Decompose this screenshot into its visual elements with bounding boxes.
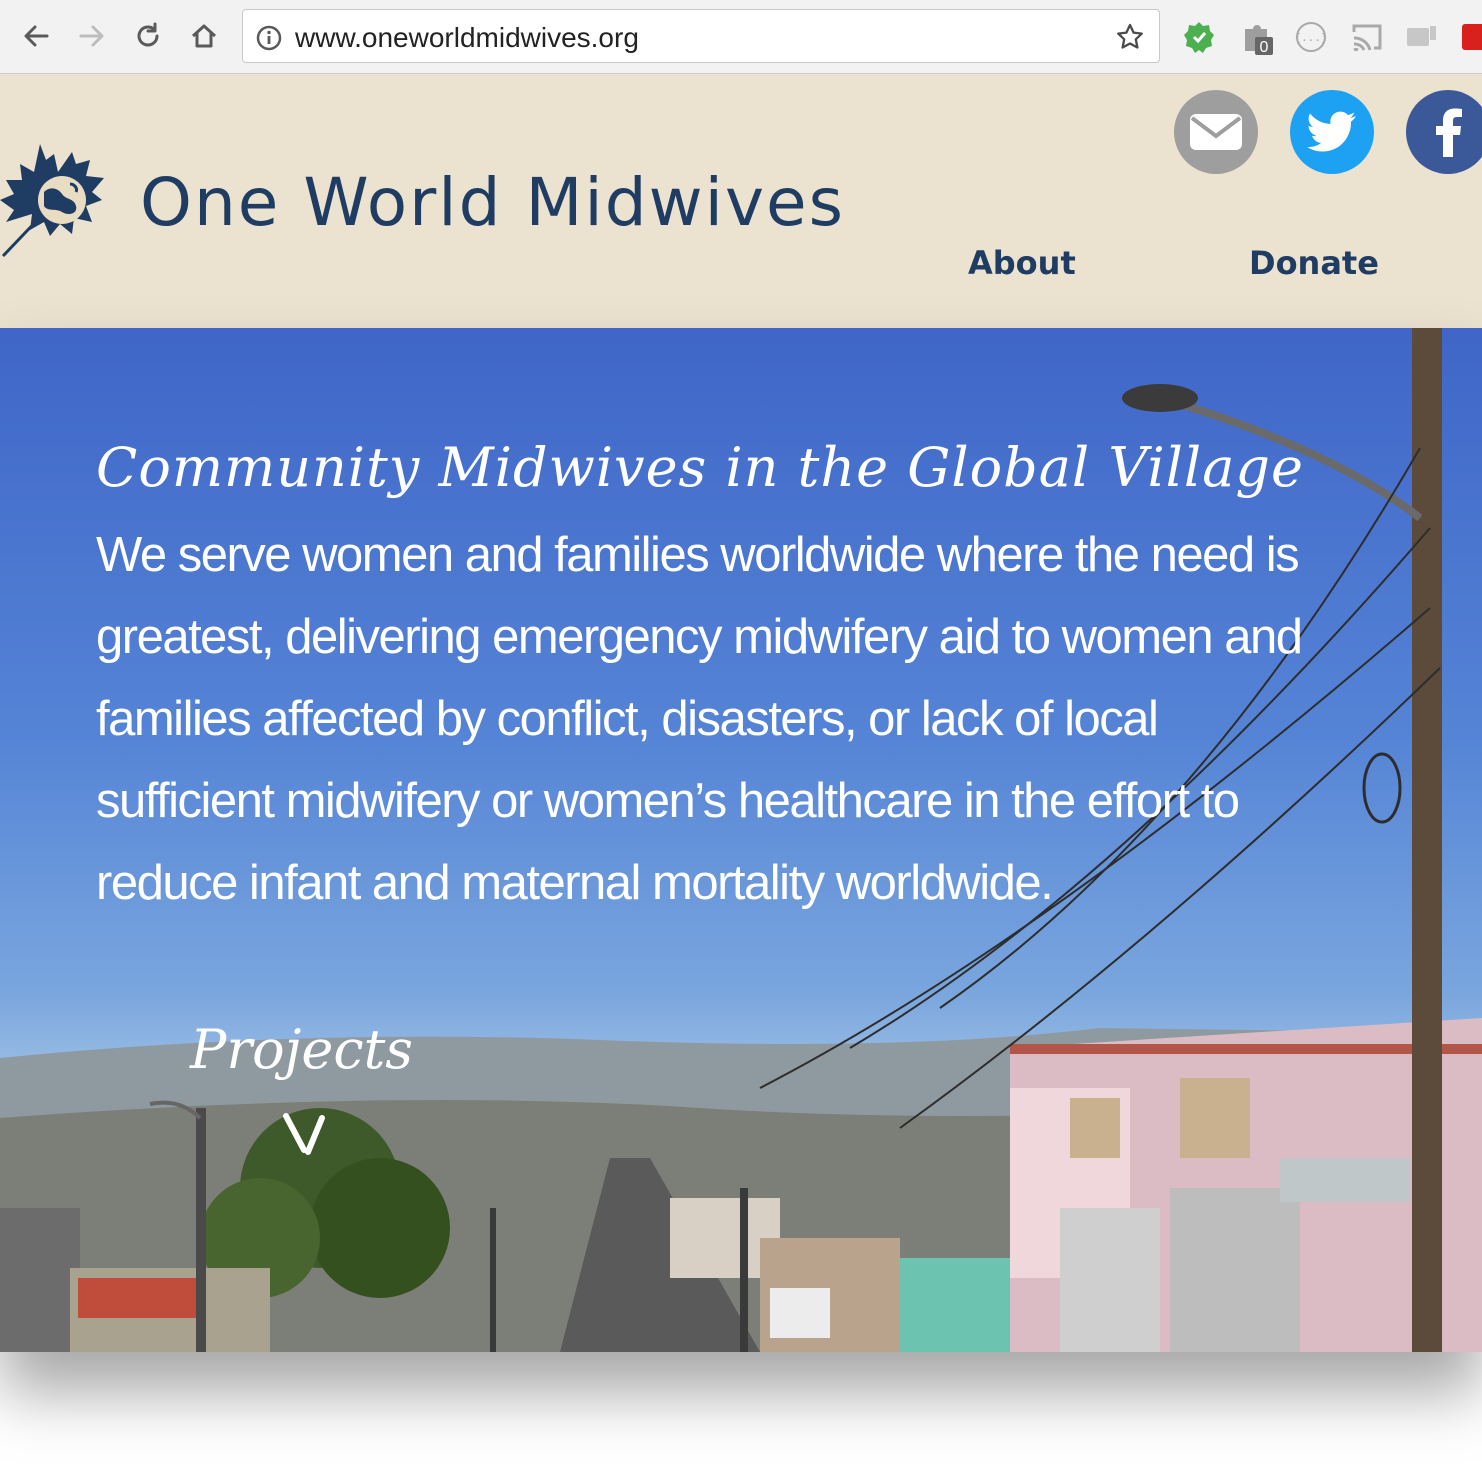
facebook-social-button[interactable] (1406, 90, 1482, 174)
extension-evernote-icon[interactable] (1180, 18, 1218, 56)
svg-text:{...}: {...} (1294, 31, 1327, 44)
reload-button[interactable] (128, 16, 168, 56)
back-button[interactable] (16, 16, 56, 56)
reload-icon (137, 22, 159, 47)
home-button[interactable] (184, 16, 224, 56)
site-logo[interactable] (0, 140, 124, 265)
site-info-icon[interactable] (255, 24, 283, 57)
email-social-button[interactable] (1174, 90, 1258, 174)
chevron-down-icon (283, 1113, 325, 1155)
maple-leaf-globe-icon (0, 144, 104, 258)
extension-red-icon[interactable] (1456, 18, 1482, 56)
extension-screenshot-icon[interactable] (1402, 18, 1440, 56)
envelope-icon (1190, 114, 1242, 150)
site-header: One World Midwives About Donate (0, 74, 1482, 328)
nav-about-link[interactable]: About (968, 244, 1076, 282)
home-icon (191, 24, 217, 48)
bookmark-star-icon[interactable] (1115, 22, 1145, 57)
nav-donate-link[interactable]: Donate (1249, 244, 1379, 282)
forward-button[interactable] (72, 16, 112, 56)
extension-json-icon[interactable]: {...} (1292, 18, 1330, 56)
url-text[interactable]: www.oneworldmidwives.org (295, 22, 639, 54)
projects-link[interactable]: Projects (190, 1018, 413, 1081)
extension-cast-icon[interactable] (1348, 18, 1386, 56)
forward-arrow-icon (79, 25, 104, 47)
address-bar[interactable]: www.oneworldmidwives.org (242, 9, 1160, 63)
twitter-social-button[interactable] (1290, 90, 1374, 174)
facebook-f-icon (1436, 108, 1462, 157)
mission-statement: We serve women and families worldwide wh… (96, 528, 1303, 910)
extension-puzzle-icon[interactable]: 0 (1238, 18, 1276, 56)
back-arrow-icon (24, 25, 49, 47)
twitter-bird-icon (1307, 111, 1356, 152)
hero-tagline: Community Midwives in the Global Village (96, 436, 1304, 499)
projects-scroll-button[interactable] (282, 1112, 328, 1161)
hero-banner: Community Midwives in the Global Village… (0, 328, 1482, 1352)
browser-toolbar: www.oneworldmidwives.org 0 {...} (0, 0, 1482, 74)
svg-text:0: 0 (1260, 39, 1269, 55)
site-title[interactable]: One World Midwives (140, 164, 845, 241)
